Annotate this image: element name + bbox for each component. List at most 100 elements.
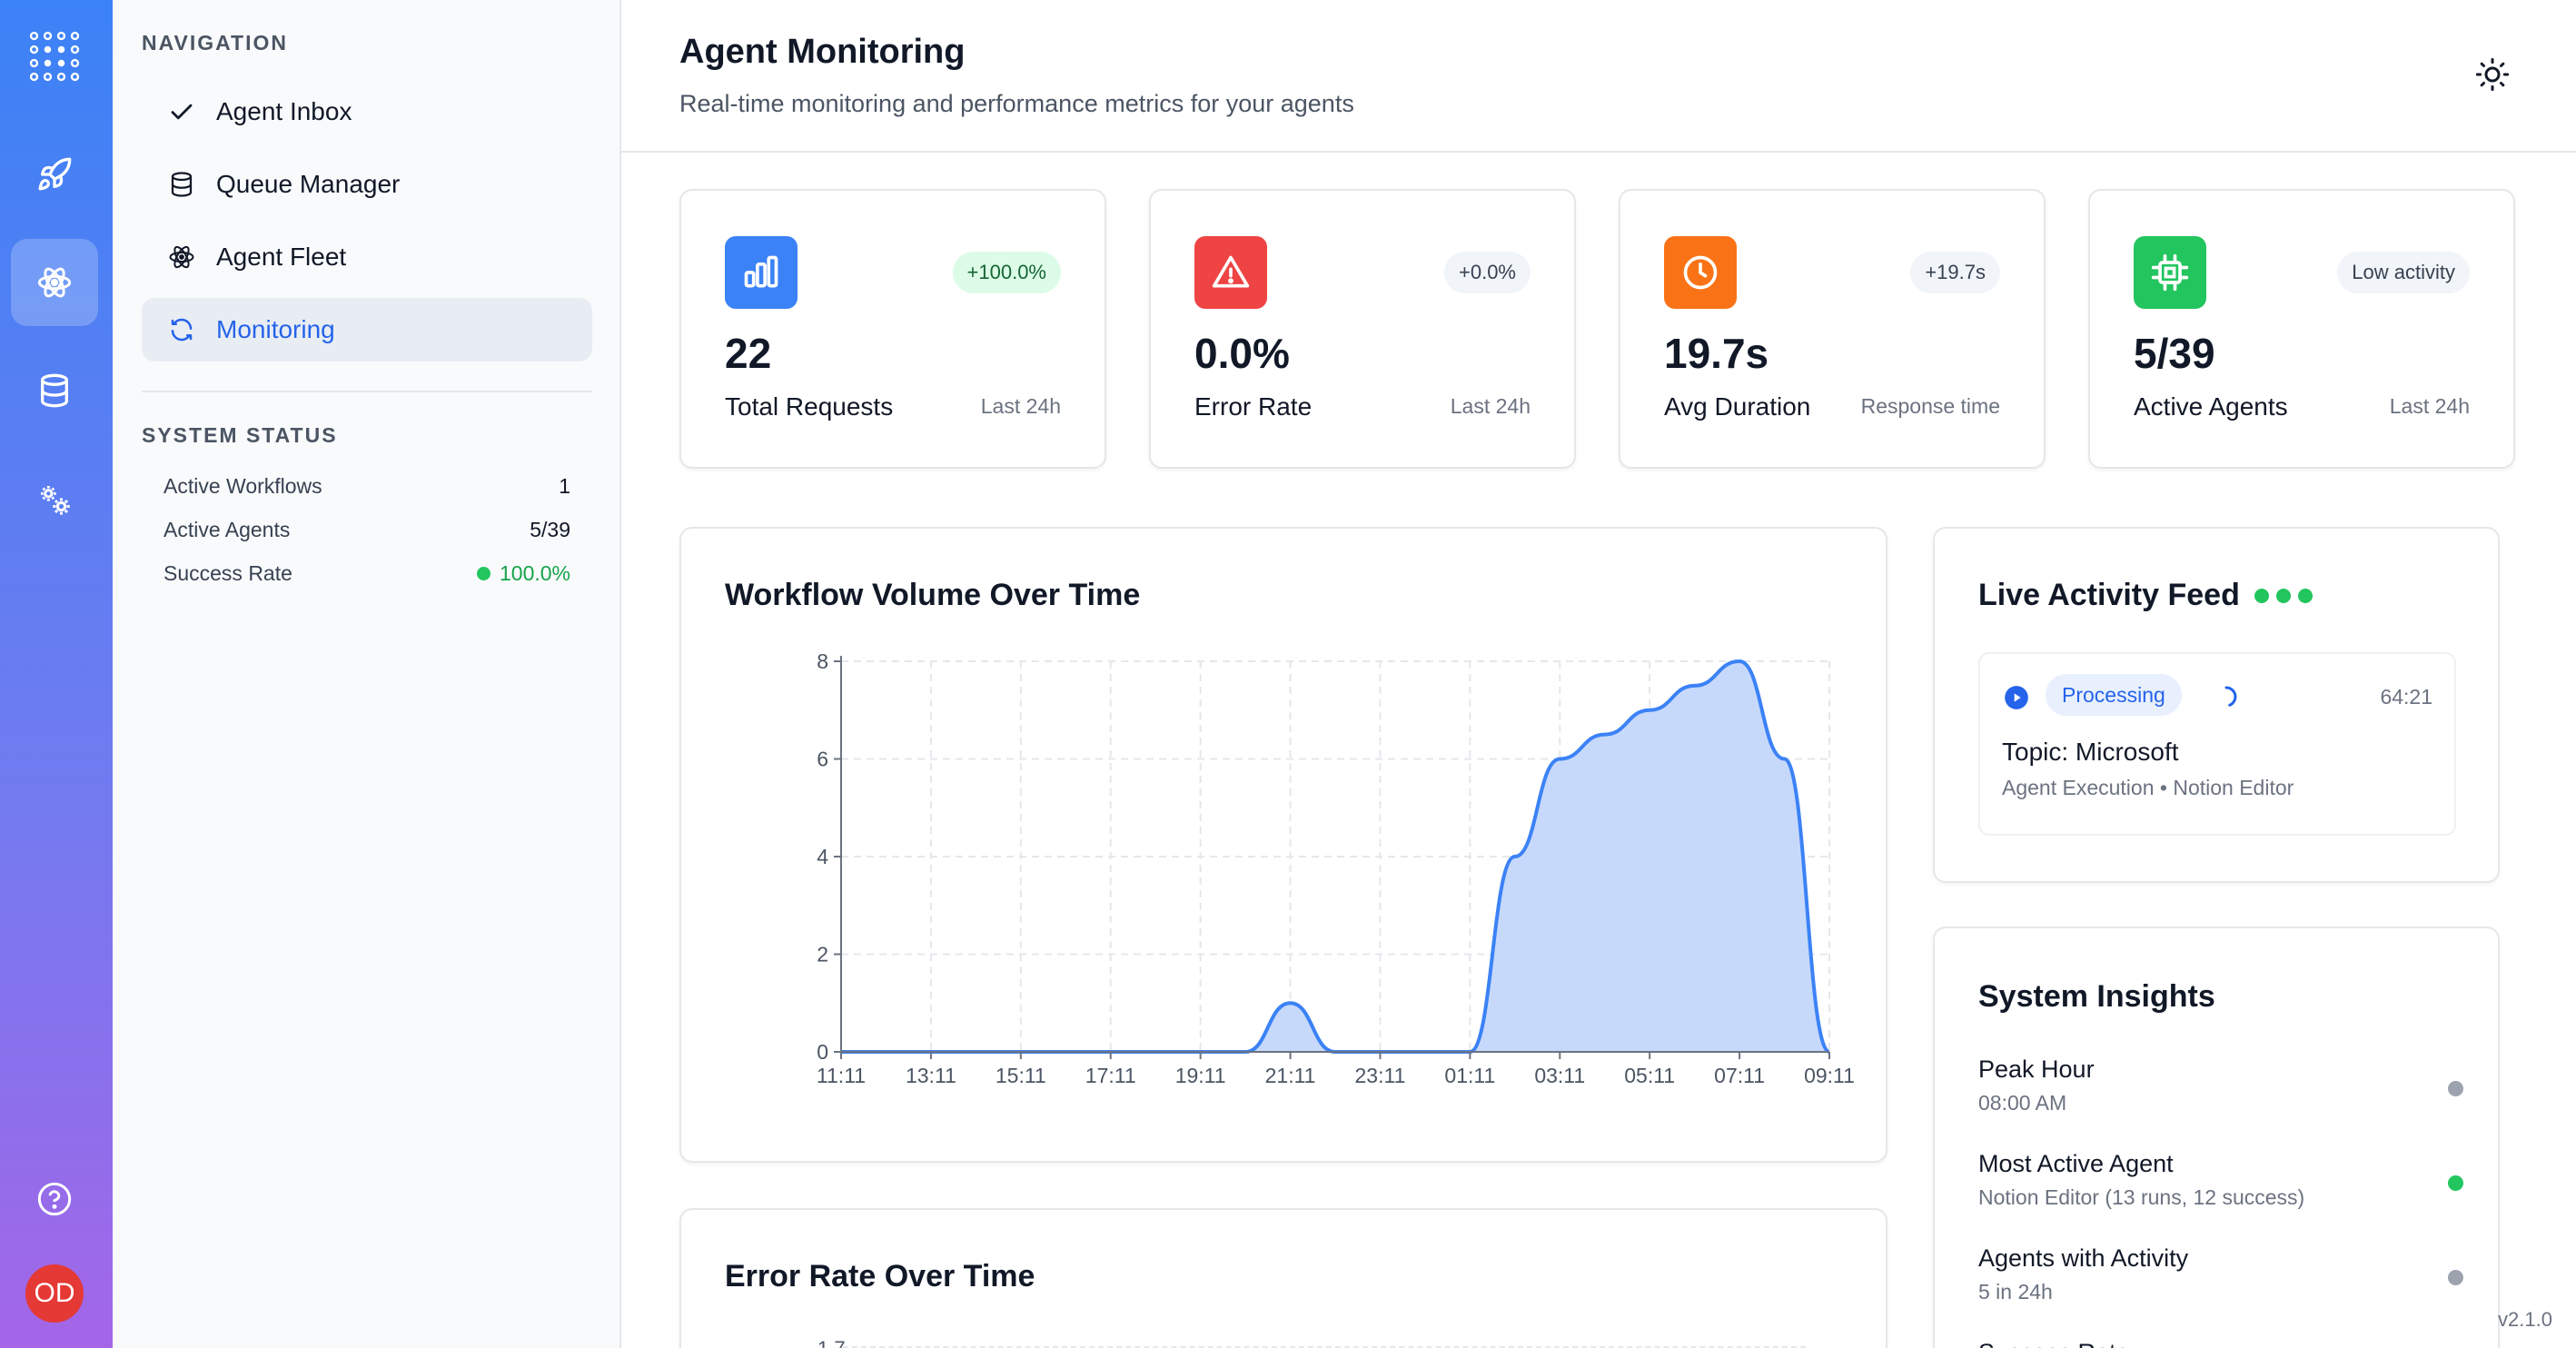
- stat-label: Active Agents: [2134, 392, 2288, 421]
- status-value: 100.0%: [476, 561, 570, 586]
- area-fill: [841, 661, 1829, 1052]
- workflow-volume-card: Workflow Volume Over Time 0 2 4 6 8 11:11 13:1…: [679, 527, 1887, 1163]
- nav-item-label: Queue Manager: [216, 170, 401, 198]
- atom-icon[interactable]: [11, 239, 98, 326]
- stat-label: Total Requests: [725, 392, 894, 421]
- stat-badge: +19.7s: [1910, 252, 2000, 293]
- status-label: Success Rate: [163, 561, 292, 585]
- error-rate-card: Error Rate Over Time 1.7: [679, 1208, 1887, 1348]
- insight-title: Peak Hour: [1978, 1056, 2095, 1083]
- y-tick-label: 2: [817, 943, 828, 966]
- feed-meta: Agent Execution • Notion Editor: [2002, 776, 2294, 799]
- version-label: v2.1.0: [2498, 1308, 2552, 1331]
- nav-item-monitoring[interactable]: Monitoring: [142, 298, 592, 362]
- status-dot-icon: [2448, 1081, 2463, 1096]
- status-row-active-workflows: Active Workflows 1: [163, 474, 570, 499]
- rocket-icon[interactable]: [11, 131, 98, 218]
- play-icon: [2004, 685, 2029, 715]
- nav-item-label: Agent Fleet: [216, 243, 347, 271]
- status-value: 1: [559, 474, 570, 498]
- main-content: Agent Monitoring Real-time monitoring an…: [621, 0, 2576, 1348]
- nav-item-queue-manager[interactable]: Queue Manager: [142, 153, 592, 216]
- status-row-success-rate: Success Rate 100.0%: [163, 561, 570, 586]
- clock-icon: [1664, 236, 1737, 309]
- x-tick-label: 09:11: [1804, 1064, 1855, 1087]
- nav-item-label: Monitoring: [216, 315, 335, 343]
- page-header: Agent Monitoring Real-time monitoring an…: [621, 0, 2576, 153]
- x-tick-label: 13:11: [906, 1064, 956, 1087]
- stat-badge: Low activity: [2337, 252, 2470, 293]
- feed-item[interactable]: Processing 64:21 Topic: Microsoft Agent …: [1978, 652, 2456, 836]
- live-activity-feed-card: Live Activity Feed Processing 64:21 Topi…: [1933, 527, 2500, 883]
- y-tick-label: 8: [817, 649, 828, 673]
- status-value-text: 100.0%: [499, 561, 570, 585]
- y-tick-label: 6: [817, 748, 828, 771]
- stat-period: Last 24h: [1450, 394, 1531, 418]
- insight-title: Success Rate: [1978, 1339, 2463, 1348]
- x-tick-label: 15:11: [996, 1064, 1046, 1087]
- database-icon[interactable]: [11, 347, 98, 434]
- y-tick-label: 4: [817, 845, 828, 868]
- page-title: Agent Monitoring: [679, 33, 966, 71]
- x-tick-label: 07:11: [1714, 1064, 1765, 1087]
- insight-item-agents-with-activity: Agents with Activity 5 in 24h: [1978, 1244, 2463, 1304]
- nav-item-label: Agent Inbox: [216, 97, 352, 125]
- nav-item-agent-fleet[interactable]: Agent Fleet: [142, 225, 592, 289]
- insights-title: System Insights: [1978, 979, 2215, 1014]
- stat-period: Last 24h: [2389, 394, 2470, 418]
- cpu-icon: [2134, 236, 2206, 309]
- spinner-icon: [2213, 683, 2240, 715]
- feed-title: Live Activity Feed: [1978, 578, 2240, 612]
- stat-card-error-rate: +0.0% 0.0% Error Rate Last 24h: [1149, 189, 1576, 469]
- feed-title-row: Live Activity Feed: [1978, 578, 2313, 613]
- live-indicator-icon: [2254, 588, 2313, 603]
- x-tick-label: 17:11: [1085, 1064, 1136, 1087]
- insight-sub: Notion Editor (13 runs, 12 success): [1978, 1185, 2305, 1209]
- nav-heading: NAVIGATION: [142, 31, 288, 55]
- x-tick-label: 01:11: [1444, 1064, 1495, 1087]
- stat-period: Response time: [1860, 394, 2000, 418]
- logo-icon[interactable]: [11, 13, 98, 100]
- stat-card-avg-duration: +19.7s 19.7s Avg Duration Response time: [1619, 189, 2046, 469]
- status-label: Active Workflows: [163, 474, 322, 498]
- status-label: Active Agents: [163, 518, 291, 541]
- insight-sub: 5 in 24h: [1978, 1280, 2053, 1303]
- stat-card-active-agents: Low activity 5/39 Active Agents Last 24h: [2088, 189, 2515, 469]
- status-dot-icon: [2448, 1175, 2463, 1191]
- system-status-heading: SYSTEM STATUS: [142, 423, 338, 447]
- warning-icon: [1194, 236, 1267, 309]
- insight-title: Most Active Agent: [1978, 1150, 2174, 1177]
- stat-period: Last 24h: [980, 394, 1061, 418]
- status-value: 5/39: [530, 518, 570, 541]
- atom-icon: [165, 241, 198, 273]
- stat-badge: +0.0%: [1444, 252, 1531, 293]
- x-tick-label: 23:11: [1355, 1064, 1406, 1087]
- help-icon[interactable]: [11, 1155, 98, 1243]
- nav-item-agent-inbox[interactable]: Agent Inbox: [142, 80, 592, 144]
- stat-badge: +100.0%: [952, 252, 1061, 293]
- stat-value: 5/39: [2134, 330, 2215, 377]
- icon-rail: OD: [0, 0, 113, 1348]
- status-dot-icon: [476, 567, 490, 580]
- navigation-panel: NAVIGATION Agent Inbox Queue Manager Age…: [113, 0, 621, 1348]
- status-dot-icon: [2448, 1270, 2463, 1285]
- x-tick-label: 03:11: [1534, 1064, 1585, 1087]
- stat-value: 22: [725, 330, 772, 377]
- database-icon: [165, 168, 198, 201]
- feed-topic: Topic: Microsoft: [2002, 738, 2179, 766]
- insight-title: Agents with Activity: [1978, 1244, 2189, 1272]
- chart-title: Error Rate Over Time: [725, 1259, 1035, 1293]
- status-row-active-agents: Active Agents 5/39: [163, 518, 570, 542]
- bar-chart-icon: [725, 236, 798, 309]
- user-avatar[interactable]: OD: [25, 1264, 84, 1323]
- x-tick-label: 05:11: [1624, 1064, 1675, 1087]
- workflow-volume-chart: 0 2 4 6 8 11:11 13:11 15:11 17:11 19:11 21:11 23:11…: [817, 649, 1855, 1087]
- stat-label: Error Rate: [1194, 392, 1313, 421]
- stat-card-total-requests: +100.0% 22 Total Requests Last 24h: [679, 189, 1106, 469]
- check-icon: [165, 95, 198, 128]
- settings-gears-icon[interactable]: [11, 456, 98, 543]
- theme-toggle-sun-icon[interactable]: [2471, 53, 2514, 96]
- x-tick-label: 11:11: [817, 1064, 866, 1087]
- insight-item-success-rate: Success Rate: [1978, 1339, 2463, 1348]
- x-tick-label: 21:11: [1265, 1064, 1316, 1087]
